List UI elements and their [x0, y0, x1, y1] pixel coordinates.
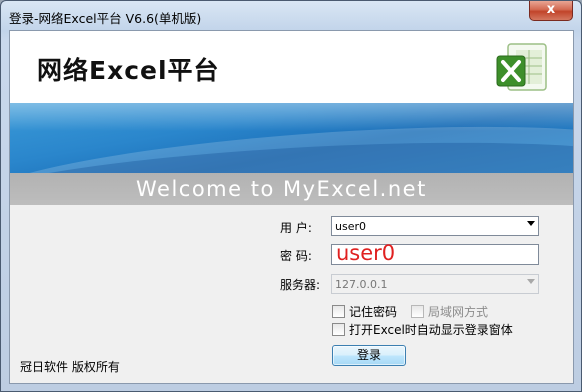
close-button[interactable]: x: [529, 1, 573, 21]
banner-image: [10, 103, 573, 173]
lan-mode-checkbox: [411, 305, 424, 318]
password-label: 密 码:: [280, 249, 312, 263]
user-combobox[interactable]: user0: [331, 216, 539, 236]
close-icon: x: [546, 2, 556, 17]
header: 网络Excel平台: [10, 31, 573, 103]
user-value: user0: [335, 220, 366, 233]
remember-password-label[interactable]: 记住密码: [349, 303, 397, 320]
user-label: 用 户:: [280, 221, 312, 235]
copyright-text: 冠日软件 版权所有: [20, 360, 120, 374]
password-field[interactable]: user0: [331, 241, 539, 265]
welcome-bar: Welcome to MyExcel.net: [10, 173, 573, 205]
dialog-body: 网络Excel平台 Welcome to MyExcel.net 用 户: us…: [9, 30, 574, 384]
auto-show-login-label[interactable]: 打开Excel时自动显示登录窗体: [349, 321, 513, 338]
login-button[interactable]: 登录: [332, 345, 406, 366]
lan-mode-label: 局域网方式: [428, 305, 489, 319]
welcome-text: Welcome to MyExcel.net: [136, 177, 427, 201]
password-value: user0: [336, 241, 396, 265]
title-bar[interactable]: 登录-网络Excel平台 V6.6(单机版) x: [1, 1, 581, 31]
app-title: 网络Excel平台: [37, 56, 220, 85]
chevron-down-icon[interactable]: [527, 221, 535, 226]
excel-logo-icon: [496, 43, 547, 91]
login-window: 登录-网络Excel平台 V6.6(单机版) x 网络Excel平台 Welco…: [0, 0, 582, 392]
remember-password-checkbox[interactable]: [332, 305, 345, 318]
auto-show-login-checkbox[interactable]: [332, 323, 345, 336]
chevron-down-icon: [527, 279, 535, 284]
server-combobox: 127.0.0.1: [331, 274, 539, 294]
window-title: 登录-网络Excel平台 V6.6(单机版): [9, 11, 202, 26]
server-label: 服务器:: [280, 278, 321, 292]
server-value: 127.0.0.1: [335, 278, 388, 291]
